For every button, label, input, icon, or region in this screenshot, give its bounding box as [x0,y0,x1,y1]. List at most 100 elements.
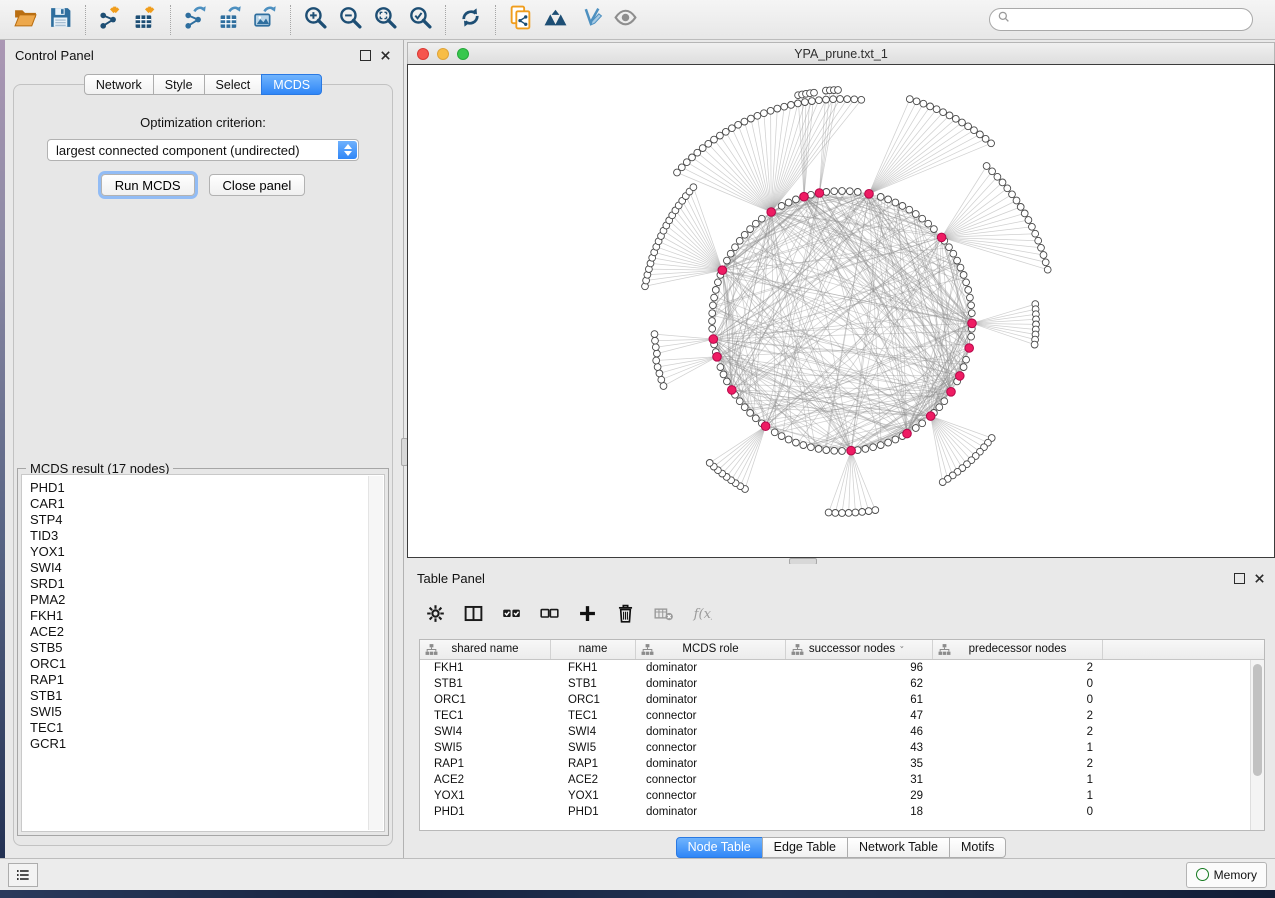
save-session-icon [48,5,73,35]
result-node-item[interactable]: TEC1 [30,720,384,736]
tab-edge-table[interactable]: Edge Table [762,837,848,858]
close-panel-icon[interactable] [380,50,391,61]
search-network-icon [543,5,568,35]
table-row[interactable]: YOX1YOX1connector291 [420,788,1264,804]
network-window-titlebar[interactable]: YPA_prune.txt_1 [407,42,1275,64]
add-column-button[interactable] [577,603,598,629]
zoom-in-button[interactable] [298,5,333,35]
table-scrollbar[interactable] [1250,660,1264,830]
share-document-button[interactable] [503,5,538,35]
node-table[interactable]: shared namenameMCDS rolesuccessor nodesp… [419,639,1265,831]
result-scrollbar[interactable] [368,476,383,830]
import-network-button[interactable] [93,5,128,35]
cell-predecessor-nodes: 1 [933,774,1103,786]
tab-style[interactable]: Style [153,74,205,95]
tab-select[interactable]: Select [204,74,263,95]
column-header[interactable]: MCDS role [636,640,786,659]
close-panel-icon[interactable] [1254,573,1265,584]
zoom-in-icon [303,5,328,35]
select-all-button[interactable] [501,603,522,629]
deselect-all-button[interactable] [539,603,560,629]
cell-mcds-role: connector [636,742,786,754]
export-image-button[interactable] [248,5,283,35]
float-panel-icon[interactable] [1234,573,1245,584]
result-node-item[interactable]: RAP1 [30,672,384,688]
cell-shared-name: FKH1 [420,662,551,674]
optimization-criterion-select[interactable]: largest connected component (undirected) [47,139,359,161]
result-node-item[interactable]: ORC1 [30,656,384,672]
result-node-item[interactable]: SWI5 [30,704,384,720]
result-node-item[interactable]: STB1 [30,688,384,704]
hide-graphics-button[interactable] [573,5,608,35]
zoom-out-button[interactable] [333,5,368,35]
search-input[interactable] [1011,12,1245,28]
cell-successor-nodes: 47 [786,710,933,722]
search-network-button[interactable] [538,5,573,35]
result-node-item[interactable]: STB5 [30,640,384,656]
tab-motifs[interactable]: Motifs [949,837,1006,858]
table-row[interactable]: STB1STB1dominator620 [420,676,1264,692]
table-panel: Table Panel f(x) shared namenameMCDS rol… [407,564,1275,858]
import-table-button[interactable] [128,5,163,35]
table-row[interactable]: SWI5SWI5connector431 [420,740,1264,756]
refresh-layout-button[interactable] [453,5,488,35]
result-node-item[interactable]: CAR1 [30,496,384,512]
table-panel-header: Table Panel [407,564,1275,593]
table-panel-title: Table Panel [417,571,485,586]
column-header[interactable]: successor nodes [786,640,933,659]
shared-column-icon [791,643,804,656]
table-mode-gear-button[interactable] [425,603,446,629]
column-header[interactable]: name [551,640,636,659]
result-node-item[interactable]: TID3 [30,528,384,544]
result-node-item[interactable]: PMA2 [30,592,384,608]
network-canvas[interactable] [407,64,1275,558]
export-table-button[interactable] [213,5,248,35]
show-graphics-button[interactable] [608,5,643,35]
column-header[interactable]: shared name [420,640,551,659]
save-session-button[interactable] [43,5,78,35]
result-node-item[interactable]: SWI4 [30,560,384,576]
tab-node-table[interactable]: Node Table [676,837,763,858]
function-builder-icon: f(x) [691,603,712,629]
cell-name: SWI5 [551,742,636,754]
result-node-item[interactable]: PHD1 [30,480,384,496]
float-panel-icon[interactable] [360,50,371,61]
column-header[interactable]: predecessor nodes [933,640,1103,659]
table-row[interactable]: RAP1RAP1dominator352 [420,756,1264,772]
table-row[interactable]: ACE2ACE2connector311 [420,772,1264,788]
zoom-selected-button[interactable] [403,5,438,35]
toggle-panel-button[interactable] [463,603,484,629]
result-node-item[interactable]: STP4 [30,512,384,528]
criterion-selected-value: largest connected component (undirected) [56,143,300,158]
tab-network-table[interactable]: Network Table [847,837,950,858]
cell-mcds-role: dominator [636,678,786,690]
memory-button[interactable]: Memory [1186,862,1267,888]
result-node-item[interactable]: GCR1 [30,736,384,752]
table-row[interactable]: TEC1TEC1connector472 [420,708,1264,724]
cell-shared-name: TEC1 [420,710,551,722]
export-network-button[interactable] [178,5,213,35]
mcds-result-list[interactable]: PHD1CAR1STP4TID3YOX1SWI4SRD1PMA2FKH1ACE2… [21,474,385,832]
cell-shared-name: RAP1 [420,758,551,770]
table-row[interactable]: SWI4SWI4dominator462 [420,724,1264,740]
tab-network[interactable]: Network [84,74,154,95]
network-graph-svg[interactable] [408,65,1274,557]
result-node-item[interactable]: FKH1 [30,608,384,624]
table-row[interactable]: FKH1FKH1dominator962 [420,660,1264,676]
result-node-item[interactable]: ACE2 [30,624,384,640]
table-row[interactable]: PHD1PHD1dominator180 [420,804,1264,820]
run-mcds-button[interactable]: Run MCDS [101,174,195,196]
task-history-button[interactable] [8,863,38,887]
open-folder-button[interactable] [8,5,43,35]
delete-column-button[interactable] [615,603,636,629]
close-panel-button[interactable]: Close panel [209,174,306,196]
function-builder-button[interactable]: f(x) [691,603,712,629]
scrollbar-thumb[interactable] [1253,664,1262,776]
result-node-item[interactable]: SRD1 [30,576,384,592]
result-node-item[interactable]: YOX1 [30,544,384,560]
table-row[interactable]: ORC1ORC1dominator610 [420,692,1264,708]
zoom-fit-button[interactable] [368,5,403,35]
tab-mcds[interactable]: MCDS [261,74,322,95]
network-search-box[interactable] [989,8,1253,31]
delete-table-button[interactable] [653,603,674,629]
